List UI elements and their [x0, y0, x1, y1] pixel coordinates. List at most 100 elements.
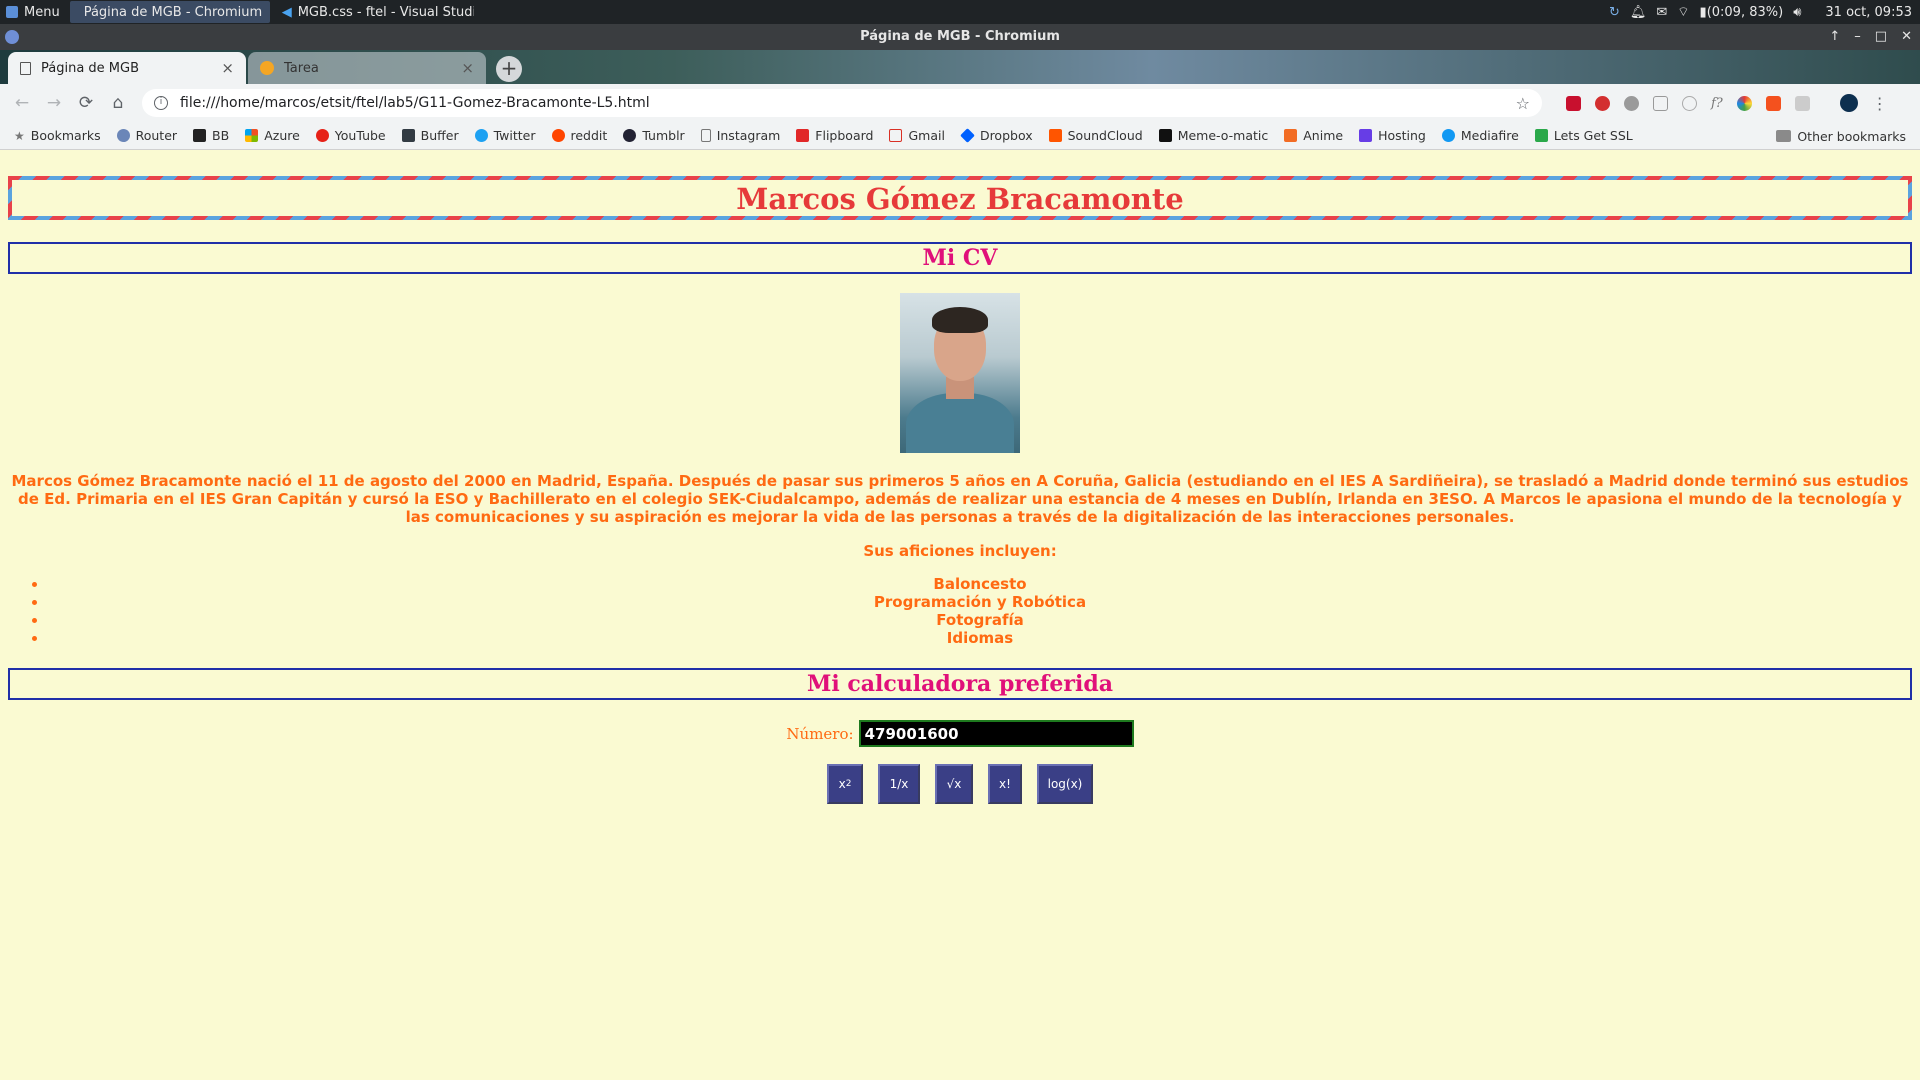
- reddit-icon: [551, 129, 565, 142]
- bookmark-youtube[interactable]: YouTube: [315, 128, 386, 143]
- bookmark-mediafire[interactable]: Mediafire: [1441, 128, 1519, 143]
- list-item: Programación y Robótica: [48, 593, 1912, 611]
- info-icon[interactable]: i: [154, 96, 168, 110]
- close-tab-icon[interactable]: ×: [221, 59, 234, 77]
- download-icon[interactable]: [1794, 95, 1810, 111]
- start-menu-button[interactable]: Menu: [0, 0, 70, 24]
- bookmark-bb[interactable]: BB: [193, 128, 229, 143]
- section-heading-calculator: Mi calculadora preferida: [8, 668, 1912, 700]
- function-icon[interactable]: f?: [1711, 96, 1723, 111]
- maximize-icon[interactable]: □: [1875, 24, 1887, 50]
- bug-icon[interactable]: [1624, 95, 1639, 111]
- bookmark-soundcloud[interactable]: SoundCloud: [1048, 128, 1143, 143]
- list-item: Baloncesto: [48, 575, 1912, 593]
- url-text[interactable]: file:///home/marcos/etsit/ftel/lab5/G11-…: [180, 95, 1516, 111]
- folder-icon: [1776, 130, 1792, 142]
- list-item: Fotografía: [48, 611, 1912, 629]
- bookmark-azure[interactable]: Azure: [245, 128, 300, 143]
- profile-photo: [900, 293, 1020, 453]
- bookmark-tumblr[interactable]: Tumblr: [623, 128, 685, 143]
- list-item: Idiomas: [48, 629, 1912, 647]
- update-icon[interactable]: ↻: [1609, 5, 1620, 20]
- window-title: Página de MGB - Chromium: [860, 29, 1060, 44]
- system-panel: Menu Página de MGB - Chromium ◀ MGB.css …: [0, 0, 1920, 24]
- window-titlebar: Página de MGB - Chromium ↑ – □ ✕: [0, 24, 1920, 50]
- bookmark-bookmarks[interactable]: ★ Bookmarks: [14, 128, 101, 143]
- vscode-icon: ◀: [281, 4, 292, 20]
- meme-icon: [1158, 129, 1172, 142]
- anime-icon: [1284, 129, 1298, 142]
- bookmark-flipboard[interactable]: Flipboard: [796, 128, 873, 143]
- dropbox-icon: [960, 128, 975, 143]
- bookmark-router[interactable]: Router: [116, 128, 177, 143]
- page-icon[interactable]: [1653, 95, 1668, 111]
- inverse-button[interactable]: 1/x: [878, 764, 920, 804]
- square-button[interactable]: x2: [827, 764, 863, 804]
- reload-icon[interactable]: ⟳: [70, 93, 102, 113]
- new-tab-button[interactable]: +: [496, 56, 522, 82]
- minimize-icon[interactable]: –: [1854, 24, 1861, 50]
- log-button[interactable]: log(x): [1037, 764, 1093, 804]
- lastpass-icon[interactable]: [1566, 95, 1581, 111]
- avatar[interactable]: [1839, 94, 1858, 112]
- close-icon[interactable]: ✕: [1901, 24, 1912, 50]
- adblock-icon[interactable]: [1595, 95, 1610, 111]
- moodle-icon: [260, 61, 274, 75]
- tab-pagina-mgb[interactable]: Página de MGB ×: [8, 52, 246, 84]
- youtube-icon: [315, 129, 329, 142]
- bookmark-anime[interactable]: Anime: [1284, 128, 1343, 143]
- clock[interactable]: 31 oct, 09:53: [1825, 5, 1912, 20]
- twitter-icon: [474, 129, 488, 142]
- taskbar-item-vscode[interactable]: ◀ MGB.css - ftel - Visual Studi...: [274, 1, 474, 23]
- bookmark-instagram[interactable]: Instagram: [700, 128, 780, 143]
- bookmark-gmail[interactable]: Gmail: [889, 128, 945, 143]
- gmail-icon: [889, 129, 903, 142]
- document-icon: [20, 61, 31, 75]
- forward-icon[interactable]: →: [38, 93, 70, 113]
- bookmark-buffer[interactable]: Buffer: [401, 128, 459, 143]
- hosting-icon: [1359, 129, 1373, 142]
- lock-icon: [1534, 129, 1548, 142]
- taskbar-item-chromium[interactable]: Página de MGB - Chromium: [69, 1, 270, 23]
- bookmark-lets-get-ssl[interactable]: Lets Get SSL: [1534, 128, 1633, 143]
- battery-icon[interactable]: ▮(0:09, 83%): [1700, 5, 1784, 20]
- bookmark-meme-o-matic[interactable]: Meme-o-matic: [1158, 128, 1268, 143]
- document-icon: [700, 129, 711, 142]
- system-tray: ↻ 🔔︎ ✉ ⌔ ▮(0:09, 83%) 🔊︎ 31 oct, 09:53: [1609, 4, 1920, 21]
- color-picker-icon[interactable]: [1736, 95, 1752, 111]
- bookmark-star-icon[interactable]: ☆: [1516, 94, 1530, 113]
- keep-above-icon[interactable]: ↑: [1829, 24, 1840, 50]
- other-bookmarks[interactable]: Other bookmarks: [1776, 122, 1906, 150]
- mail-icon[interactable]: ✉: [1656, 5, 1667, 20]
- address-bar[interactable]: i file:///home/marcos/etsit/ftel/lab5/G1…: [142, 89, 1542, 117]
- volume-icon[interactable]: 🔊︎: [1793, 5, 1801, 20]
- extensions-area: f? ⋮: [1566, 94, 1888, 113]
- number-label: Número:: [786, 724, 854, 743]
- bookmarks-bar: ★ Bookmarks Router BB Azure YouTube Buffe…: [0, 122, 1920, 150]
- back-icon[interactable]: ←: [6, 93, 38, 113]
- bell-icon[interactable]: 🔔︎: [1630, 5, 1647, 20]
- chrome-menu-icon[interactable]: ⋮: [1872, 94, 1888, 113]
- bb-icon: [193, 129, 207, 142]
- tab-tarea[interactable]: Tarea ×: [248, 52, 486, 84]
- office-icon[interactable]: [1765, 95, 1781, 111]
- soundcloud-icon: [1048, 129, 1062, 142]
- tab-strip: Página de MGB × Tarea × +: [0, 50, 1920, 84]
- hobbies-list: Baloncesto Programación y Robótica Fotog…: [8, 575, 1912, 647]
- page-title: Marcos Gómez Bracamonte: [8, 176, 1912, 220]
- hobbies-title: Sus aficiones incluyen:: [863, 542, 1057, 560]
- sqrt-button[interactable]: √x: [935, 764, 973, 804]
- star-icon: ★: [14, 129, 25, 143]
- wifi-icon[interactable]: ⌔: [1677, 4, 1689, 20]
- home-icon[interactable]: ⌂: [102, 93, 134, 113]
- bookmark-hosting[interactable]: Hosting: [1359, 128, 1426, 143]
- close-tab-icon[interactable]: ×: [461, 59, 474, 77]
- page-viewport: Marcos Gómez Bracamonte Mi CV Marcos Góm…: [0, 150, 1920, 1080]
- bookmark-dropbox[interactable]: Dropbox: [960, 128, 1033, 143]
- globe-icon[interactable]: [1682, 95, 1697, 111]
- router-icon: [116, 129, 130, 142]
- number-input[interactable]: [858, 720, 1134, 747]
- bookmark-reddit[interactable]: reddit: [551, 128, 607, 143]
- bookmark-twitter[interactable]: Twitter: [474, 128, 536, 143]
- factorial-button[interactable]: x!: [988, 764, 1022, 804]
